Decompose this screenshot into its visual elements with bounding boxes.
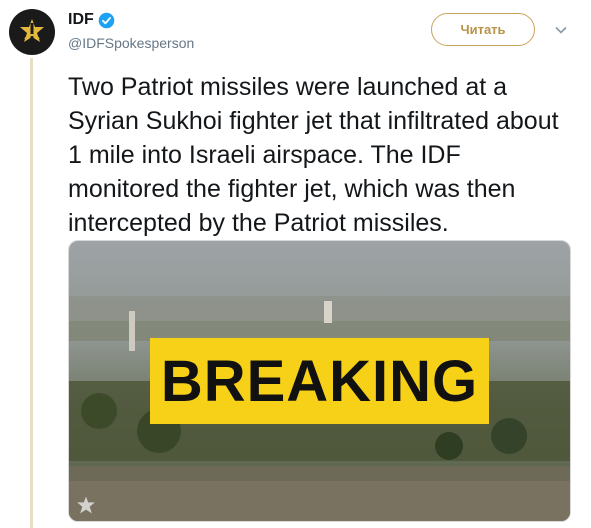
breaking-banner-text: BREAKING — [160, 348, 479, 414]
tweet-media-image[interactable]: BREAKING — [68, 240, 571, 522]
thread-line — [30, 58, 33, 528]
avatar[interactable] — [9, 9, 55, 55]
chevron-down-icon[interactable] — [553, 22, 569, 38]
display-name[interactable]: IDF — [68, 11, 94, 29]
idf-emblem-icon — [20, 19, 44, 42]
tweet-text: Two Patriot missiles were launched at a … — [68, 73, 559, 237]
verified-badge-icon — [98, 12, 115, 28]
author-handle[interactable]: @IDFSpokesperson — [68, 35, 194, 51]
author-name-row[interactable]: IDF — [68, 11, 115, 29]
idf-emblem-icon — [77, 496, 95, 514]
follow-button[interactable]: Читать — [431, 13, 535, 46]
breaking-banner: BREAKING — [150, 338, 489, 424]
